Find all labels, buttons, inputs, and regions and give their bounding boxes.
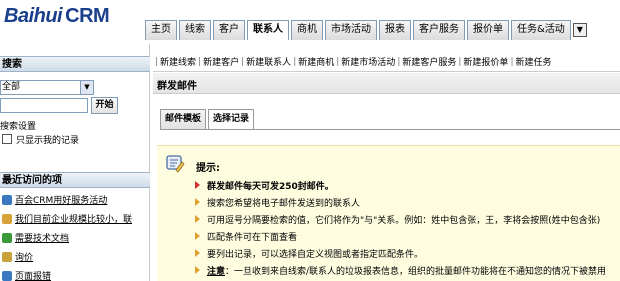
tips-panel: 提示: 群发邮件每天可发250封邮件。 搜索您希望将电子邮件发送到的联系人 可用… [157, 145, 620, 281]
new-task-link[interactable]: 新建任务 [515, 55, 551, 68]
separator: | [293, 56, 297, 67]
tip-item: 注意 ：一旦收到来自线索/联系人的垃圾报表信息，组织的批量邮件功能将在不通知您的情… [195, 263, 606, 277]
recent-item[interactable]: 页面报错 [0, 266, 148, 281]
tab-home[interactable]: 主页 [145, 20, 177, 40]
search-panel-title: 搜索 [0, 56, 150, 72]
tab-reports[interactable]: 报表 [379, 20, 411, 40]
main-tab-bar: 主页 线索 客户 联系人 商机 市场活动 报表 客户服务 报价单 任务&活动 ▼ [145, 20, 587, 40]
tab-contacts[interactable]: 联系人 [247, 20, 289, 40]
arrow-right-icon [195, 181, 200, 189]
mass-mail-tabs: 邮件模板 选择记录 [160, 109, 256, 129]
recent-item[interactable]: 百会CRM用好服务活动 [0, 190, 148, 209]
campaign-icon [2, 194, 12, 205]
more-tabs-dropdown-icon[interactable]: ▼ [572, 23, 587, 37]
separator: | [458, 56, 462, 67]
case-icon [2, 232, 12, 243]
tab-accounts[interactable]: 客户 [213, 20, 245, 40]
tip-text: 搜索您希望将电子邮件发送到的联系人 [207, 198, 361, 209]
new-campaign-link[interactable]: 新建市场活动 [341, 55, 395, 68]
search-settings-link[interactable]: 搜索设置 [0, 119, 36, 132]
search-go-button[interactable]: 开始 [91, 97, 118, 114]
tip-text: 群发邮件每天可发250封邮件。 [207, 181, 334, 192]
separator: | [198, 56, 202, 67]
new-account-link[interactable]: 新建客户 [203, 55, 239, 68]
arrow-right-icon [195, 266, 200, 274]
separator: | [241, 56, 245, 67]
arrow-right-icon [195, 198, 200, 206]
separator: | [510, 56, 514, 67]
recent-item[interactable]: 我们目前企业规模比较小，联 [0, 209, 148, 228]
new-lead-link[interactable]: 新建线索 [160, 55, 196, 68]
tip-text: 可用逗号分隔要检索的值，它们将作为"与"关系。例如：姓中包含张，王，李将会按照(… [207, 215, 601, 226]
tab-select-records[interactable]: 选择记录 [208, 109, 255, 129]
search-input[interactable] [0, 98, 88, 113]
tab-tasks[interactable]: 任务&活动 [511, 20, 571, 40]
quick-create-bar: | 新建线索 | 新建客户 | 新建联系人 | 新建商机 | 新建市场活动 | … [153, 52, 620, 72]
recent-item[interactable]: 需要技术文档 [0, 228, 148, 247]
only-mine-label: 只显示我的记录 [16, 136, 80, 146]
app-logo[interactable]: Baihui CRM [4, 5, 110, 28]
tip-item: 搜索您希望将电子邮件发送到的联系人 [195, 195, 360, 209]
tip-text: 要列出记录，可以选择自定义视图或者指定匹配条件。 [207, 249, 424, 260]
recent-item-label: 询价 [15, 253, 34, 263]
recent-item-label: 我们目前企业规模比较小，联 [15, 215, 133, 225]
app-header: Baihui CRM 主页 线索 客户 联系人 商机 市场活动 报表 客户服务 报… [0, 0, 620, 44]
new-contact-link[interactable]: 新建联系人 [246, 55, 291, 68]
tab-opportunities[interactable]: 商机 [291, 20, 323, 40]
case-icon [2, 270, 12, 281]
search-scope-select[interactable]: 全部 ▼ [0, 80, 94, 95]
logo-text-part2: CRM [65, 5, 110, 27]
crm-window: Baihui CRM 主页 线索 客户 联系人 商机 市场活动 报表 客户服务 报… [0, 0, 620, 281]
search-scope-value: 全部 [2, 82, 21, 92]
recent-item-label: 百会CRM用好服务活动 [15, 196, 108, 206]
page-title: 群发邮件 [157, 81, 197, 92]
new-opportunity-link[interactable]: 新建商机 [298, 55, 334, 68]
arrow-right-icon [195, 232, 200, 240]
separator: | [397, 56, 401, 67]
recent-item-label: 页面报错 [15, 272, 52, 281]
arrow-right-icon [195, 249, 200, 257]
separator: | [155, 56, 159, 67]
chevron-down-icon: ▼ [80, 81, 93, 94]
page-title-bar: 群发邮件 [153, 73, 620, 94]
tip-note-icon [166, 155, 185, 173]
tab-campaigns[interactable]: 市场活动 [325, 20, 377, 40]
case-icon [2, 213, 12, 224]
logo-text-part1: Baihui [4, 5, 63, 27]
quote-icon [2, 251, 12, 262]
recent-item-label: 需要技术文档 [15, 234, 70, 244]
tip-text: ：一旦收到来自线索/联系人的垃圾报表信息，组织的批量邮件功能将在不通知您的情况下… [225, 266, 607, 277]
separator: | [336, 56, 340, 67]
tip-text: 匹配条件可在下面查看 [207, 232, 298, 243]
tab-divider [160, 129, 620, 130]
new-case-link[interactable]: 新建客户服务 [402, 55, 456, 68]
tab-quotes[interactable]: 报价单 [467, 20, 509, 40]
arrow-right-icon [195, 215, 200, 223]
tip-note-label: 注意 [207, 266, 226, 277]
tips-title: 提示: [196, 163, 220, 174]
only-mine-checkbox[interactable] [2, 134, 12, 144]
tip-item: 要列出记录，可以选择自定义视图或者指定匹配条件。 [195, 246, 423, 260]
recent-item[interactable]: 询价 [0, 247, 148, 266]
recent-items-title: 最近访问的项 [0, 172, 150, 188]
tip-item: 匹配条件可在下面查看 [195, 229, 297, 243]
tip-item: 可用逗号分隔要检索的值，它们将作为"与"关系。例如：姓中包含张，王，李将会按照(… [195, 212, 600, 226]
tab-email-template[interactable]: 邮件模板 [160, 109, 207, 129]
recent-items-list: 百会CRM用好服务活动 我们目前企业规模比较小，联 需要技术文档 询价 页面报错 [0, 190, 148, 281]
sidebar: 搜索 全部 ▼ 开始 搜索设置 只显示我的记录 最近访问的项 百会CRM用好服务… [0, 44, 150, 281]
tab-leads[interactable]: 线索 [179, 20, 211, 40]
tab-service[interactable]: 客户服务 [413, 20, 465, 40]
tip-item: 群发邮件每天可发250封邮件。 [195, 178, 334, 192]
new-quote-link[interactable]: 新建报价单 [463, 55, 508, 68]
